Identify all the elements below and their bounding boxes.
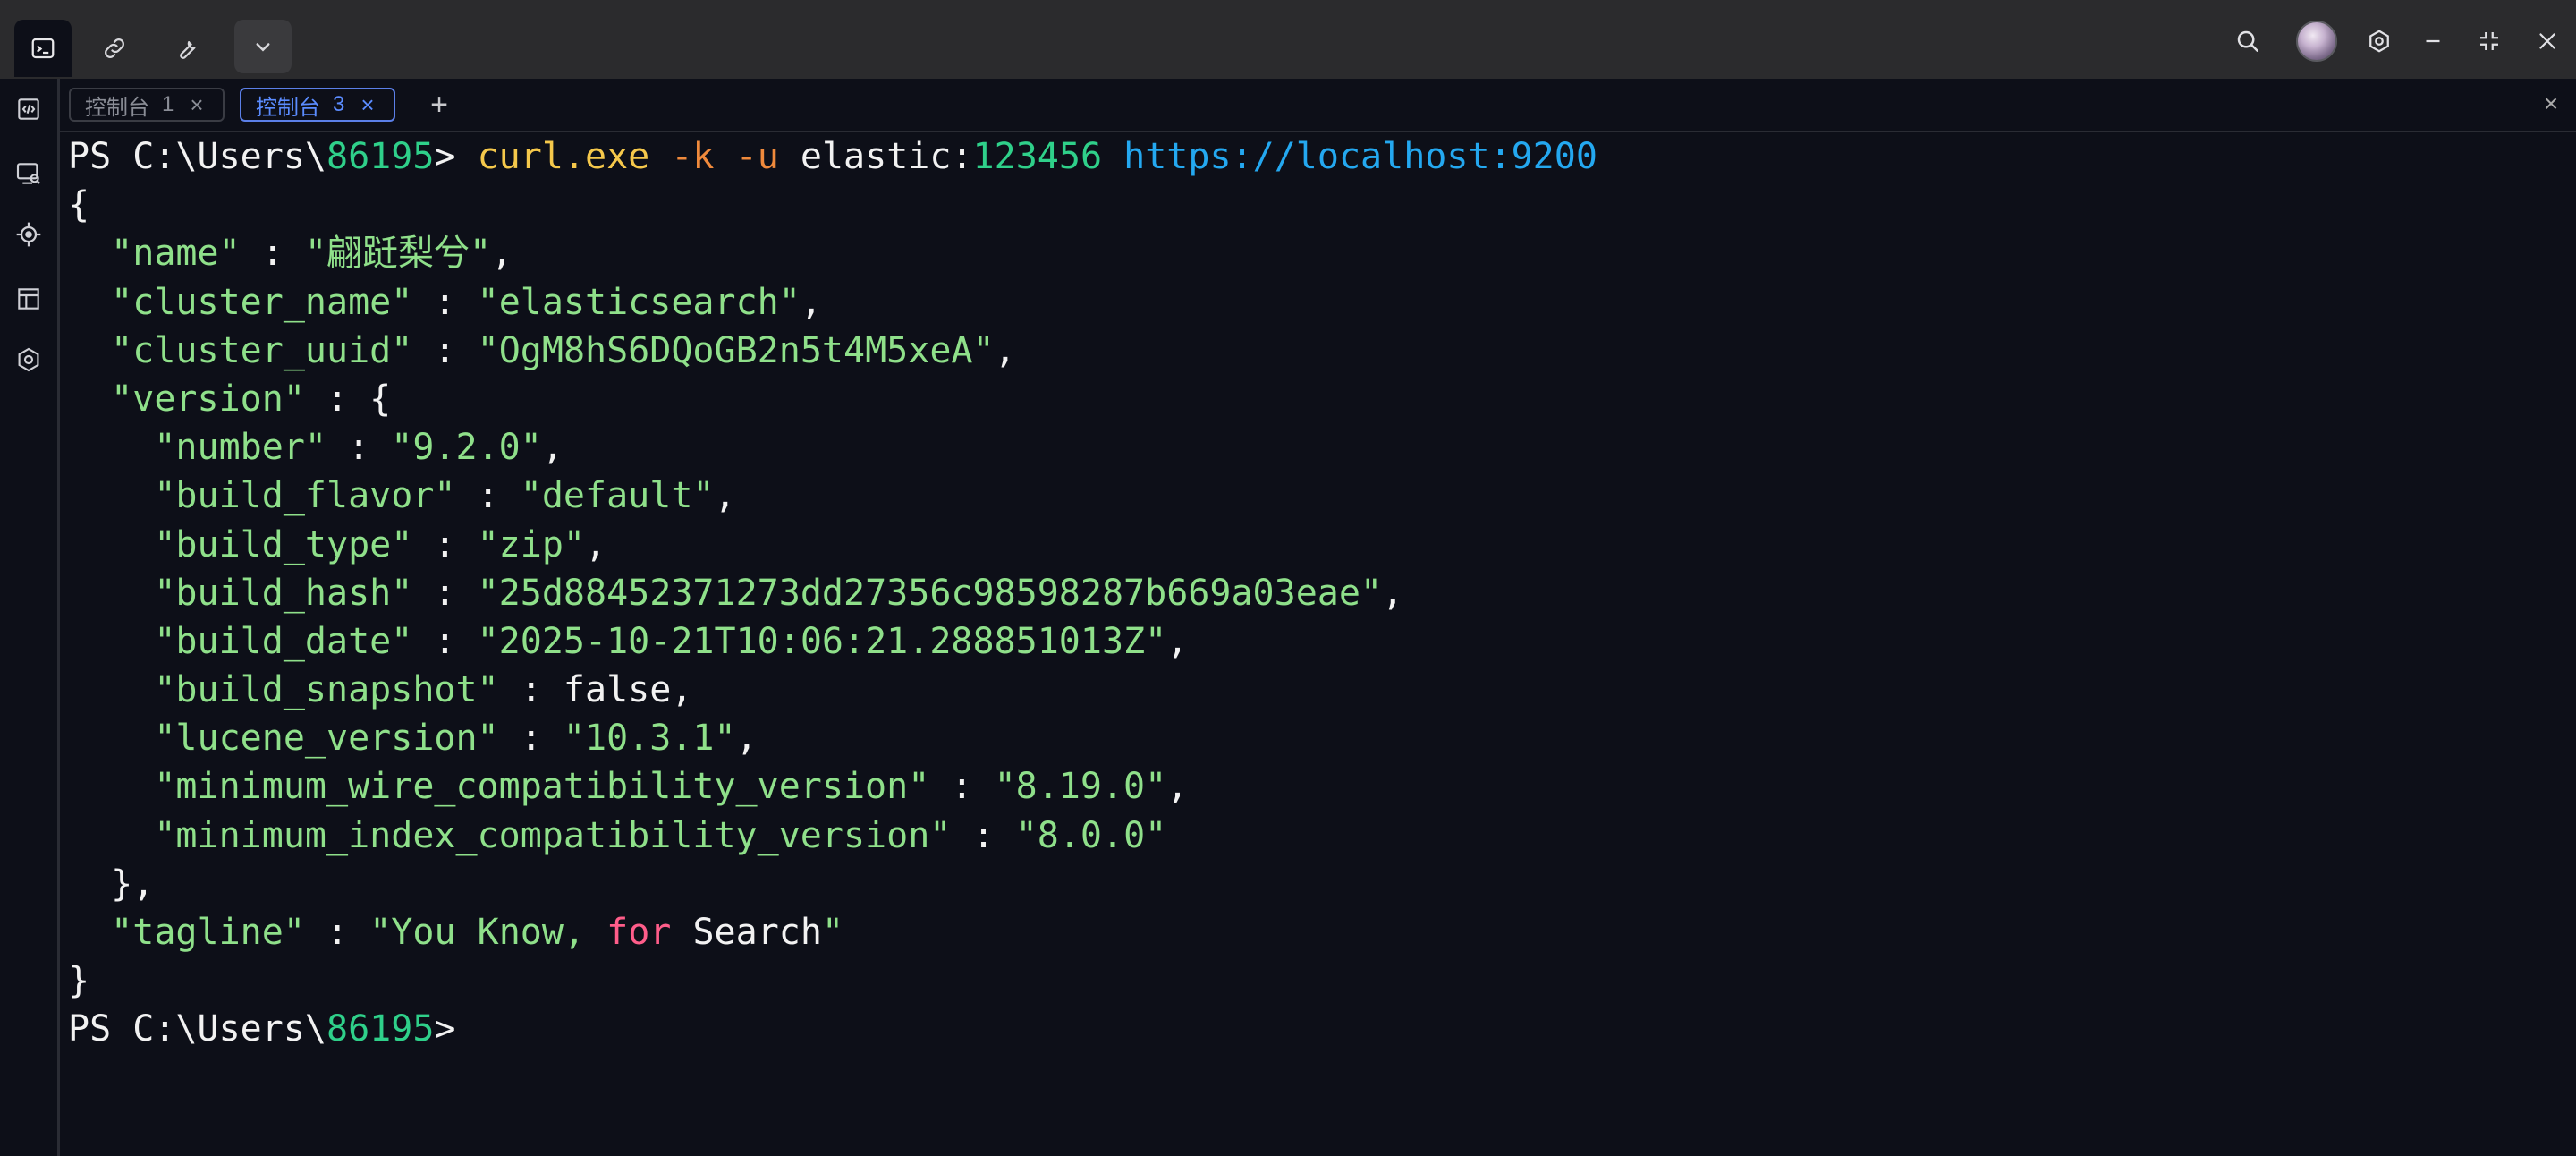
prompt-symbol: > [434, 136, 456, 177]
prompt-line[interactable]: PS C:\Users\86195> [68, 1005, 2563, 1053]
prompt-user: 86195 [326, 1008, 435, 1050]
console-tab-strip: 控制台 1 × 控制台 3 × + × [60, 79, 2576, 132]
sidebar-divider [57, 79, 60, 1156]
output-line: "minimum_wire_compatibility_version" : "… [154, 766, 1189, 808]
output-line: } [68, 960, 90, 1002]
close-icon[interactable]: × [190, 93, 203, 116]
command-flag: -k [671, 136, 715, 177]
output-line: "cluster_name" : "elasticsearch", [111, 281, 822, 323]
prompt-path: PS C:\Users\ [68, 1008, 326, 1050]
restore-icon[interactable] [2468, 20, 2511, 63]
command-flag: -u [735, 136, 779, 177]
command-password: 123456 [972, 136, 1103, 177]
output-line: "number" : "9.2.0", [154, 427, 564, 469]
chevron-down-icon[interactable] [234, 20, 292, 73]
output-line: "lucene_version" : "10.3.1", [154, 718, 758, 760]
terminal-tab-icon[interactable] [14, 20, 72, 77]
avatar[interactable] [2296, 21, 2337, 62]
output-line: "minimum_index_compatibility_version" : … [154, 814, 1167, 856]
minimize-icon[interactable] [2411, 20, 2454, 63]
left-sidebar [0, 79, 57, 1156]
command-url: https://localhost:9200 [1123, 136, 1597, 177]
code-editor-icon[interactable] [11, 91, 47, 127]
output-line: "tagline" : "You Know, for Search" [111, 912, 844, 953]
command-line: PS C:\Users\86195> curl.exe -k -u elasti… [68, 132, 2563, 181]
output-line: }, [68, 863, 155, 905]
close-panel-button[interactable]: × [2535, 88, 2567, 120]
search-icon[interactable] [2226, 20, 2269, 63]
tab-label: 控制台 [85, 95, 149, 120]
prompt-user: 86195 [326, 136, 435, 177]
prompt-symbol: > [434, 1008, 456, 1050]
output-line: "version" : { [111, 378, 392, 420]
add-tab-button[interactable]: + [421, 88, 457, 123]
tab-number: 3 [333, 92, 345, 116]
output-line: "build_type" : "zip", [154, 523, 607, 565]
link-icon[interactable] [86, 20, 143, 77]
output-line: "build_snapshot" : false, [154, 669, 693, 711]
output-line: "build_hash" : "25d88452371273dd27356c98… [154, 572, 1404, 614]
wrench-icon[interactable] [157, 20, 215, 77]
tab-console-1[interactable]: 控制台 1 × [69, 88, 225, 122]
remote-monitor-icon[interactable] [11, 156, 47, 191]
title-bar [0, 0, 2576, 79]
tab-label: 控制台 [256, 95, 320, 120]
command-name: curl.exe [477, 136, 650, 177]
close-window-icon[interactable] [2526, 20, 2569, 63]
terminal-output[interactable]: PS C:\Users\86195> curl.exe -k -u elasti… [68, 132, 2563, 1152]
close-icon[interactable]: × [360, 93, 374, 116]
layout-icon[interactable] [11, 281, 47, 317]
tab-console-3[interactable]: 控制台 3 × [240, 88, 395, 122]
output-line: "build_date" : "2025-10-21T10:06:21.2888… [154, 620, 1189, 662]
tab-number: 1 [162, 92, 174, 116]
output-line: "build_flavor" : "default", [154, 475, 736, 517]
output-line: "name" : "翩跹梨兮", [111, 233, 513, 275]
target-icon[interactable] [11, 217, 47, 252]
prompt-path: PS C:\Users\ [68, 136, 326, 177]
plugin-hexagon-icon[interactable] [11, 342, 47, 378]
command-user: elastic: [800, 136, 973, 177]
output-line: { [68, 184, 90, 226]
output-line: "cluster_uuid" : "OgM8hS6DQoGB2n5t4M5xeA… [111, 329, 1016, 371]
settings-icon[interactable] [2358, 20, 2401, 63]
